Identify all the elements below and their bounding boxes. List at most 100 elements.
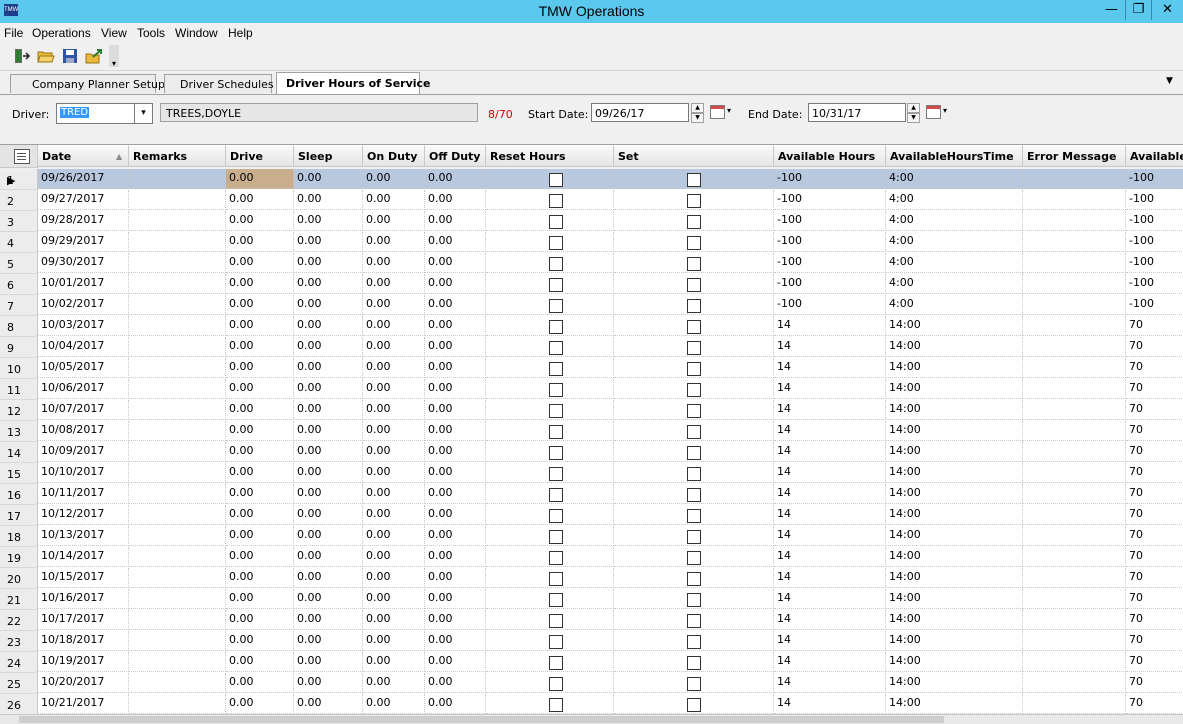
cell-available[interactable]: 70	[1126, 631, 1183, 651]
cell-error-message[interactable]	[1023, 358, 1126, 378]
cell-date[interactable]: 10/08/2017	[38, 421, 129, 441]
cell-error-message[interactable]	[1023, 505, 1126, 525]
cell-reset-hours[interactable]	[486, 568, 614, 588]
cell-error-message[interactable]	[1023, 568, 1126, 588]
cell-off-duty[interactable]: 0.00	[425, 379, 486, 399]
cell-available[interactable]: 70	[1126, 400, 1183, 420]
cell-sleep[interactable]: 0.00	[294, 505, 363, 525]
cell-available[interactable]: -100	[1126, 253, 1183, 273]
set-checkbox[interactable]	[687, 383, 701, 397]
cell-set[interactable]	[614, 169, 774, 189]
start-date-down-button[interactable]: ▼	[691, 113, 704, 123]
cell-date[interactable]: 10/18/2017	[38, 631, 129, 651]
set-checkbox[interactable]	[687, 467, 701, 481]
table-row[interactable]: 5 09/30/2017 0.00 0.00 0.00 0.00 -100 4:00 -100	[0, 253, 1183, 274]
set-checkbox[interactable]	[687, 299, 701, 313]
cell-remarks[interactable]	[129, 400, 226, 420]
cell-available-hours-time[interactable]: 14:00	[886, 463, 1023, 483]
cell-remarks[interactable]	[129, 169, 226, 189]
cell-set[interactable]	[614, 652, 774, 672]
cell-available-hours-time[interactable]: 14:00	[886, 694, 1023, 714]
row-number[interactable]: 21	[0, 589, 38, 610]
row-number[interactable]: 15	[0, 463, 38, 484]
set-checkbox[interactable]	[687, 677, 701, 691]
cell-set[interactable]	[614, 547, 774, 567]
cell-date[interactable]: 09/30/2017	[38, 253, 129, 273]
table-row[interactable]: 8 10/03/2017 0.00 0.00 0.00 0.00 14 14:00 70	[0, 316, 1183, 337]
cell-available-hours-time[interactable]: 14:00	[886, 610, 1023, 630]
cell-drive[interactable]: 0.00	[226, 190, 294, 210]
cell-set[interactable]	[614, 337, 774, 357]
cell-available[interactable]: 70	[1126, 379, 1183, 399]
cell-date[interactable]: 10/11/2017	[38, 484, 129, 504]
set-checkbox[interactable]	[687, 341, 701, 355]
cell-reset-hours[interactable]	[486, 442, 614, 462]
cell-available[interactable]: 70	[1126, 484, 1183, 504]
cell-off-duty[interactable]: 0.00	[425, 232, 486, 252]
tab-driver-hours-of-service[interactable]: Driver Hours of Service	[276, 72, 431, 94]
cell-date[interactable]: 10/04/2017	[38, 337, 129, 357]
row-number[interactable]: 9	[0, 337, 38, 358]
cell-off-duty[interactable]: 0.00	[425, 463, 486, 483]
cell-available-hours-time[interactable]: 14:00	[886, 652, 1023, 672]
cell-date[interactable]: 10/10/2017	[38, 463, 129, 483]
col-reset-hours[interactable]: Reset Hours	[486, 145, 614, 167]
cell-off-duty[interactable]: 0.00	[425, 169, 486, 189]
cell-reset-hours[interactable]	[486, 316, 614, 336]
cell-available-hours-time[interactable]: 14:00	[886, 400, 1023, 420]
reset-hours-checkbox[interactable]	[549, 530, 563, 544]
row-number[interactable]: 19	[0, 547, 38, 568]
tab-list-dropdown-icon[interactable]: ▼	[1166, 76, 1173, 86]
tab-driver-schedules[interactable]: Driver Schedules	[164, 74, 274, 93]
reset-hours-checkbox[interactable]	[549, 467, 563, 481]
cell-available[interactable]: 70	[1126, 694, 1183, 714]
cell-error-message[interactable]	[1023, 631, 1126, 651]
cell-reset-hours[interactable]	[486, 253, 614, 273]
table-row[interactable]: 2 09/27/2017 0.00 0.00 0.00 0.00 -100 4:00 -100	[0, 190, 1183, 211]
table-row[interactable]: 14 10/09/2017 0.00 0.00 0.00 0.00 14 14:00 70	[0, 442, 1183, 463]
cell-date[interactable]: 10/06/2017	[38, 379, 129, 399]
driver-code-combo[interactable]: TRED ▾	[56, 103, 153, 124]
maximize-button[interactable]: ❐	[1125, 0, 1152, 20]
cell-on-duty[interactable]: 0.00	[363, 421, 425, 441]
cell-on-duty[interactable]: 0.00	[363, 673, 425, 693]
cell-sleep[interactable]: 0.00	[294, 295, 363, 315]
reset-hours-checkbox[interactable]	[549, 173, 563, 187]
reset-hours-checkbox[interactable]	[549, 362, 563, 376]
tab-company-planner-setup[interactable]: Company Planner Setup	[10, 74, 165, 93]
reset-hours-checkbox[interactable]	[549, 383, 563, 397]
cell-reset-hours[interactable]	[486, 547, 614, 567]
set-checkbox[interactable]	[687, 551, 701, 565]
set-checkbox[interactable]	[687, 404, 701, 418]
cell-available-hours[interactable]: 14	[774, 337, 886, 357]
table-row[interactable]: 6 10/01/2017 0.00 0.00 0.00 0.00 -100 4:00 -100	[0, 274, 1183, 295]
cell-reset-hours[interactable]	[486, 358, 614, 378]
cell-date[interactable]: 10/09/2017	[38, 442, 129, 462]
end-date-spinner[interactable]: ▲ ▼	[907, 103, 920, 123]
cell-available-hours[interactable]: 14	[774, 421, 886, 441]
close-button[interactable]: ✕	[1152, 0, 1183, 20]
set-checkbox[interactable]	[687, 194, 701, 208]
cell-available[interactable]: 70	[1126, 673, 1183, 693]
cell-available[interactable]: 70	[1126, 505, 1183, 525]
table-row[interactable]: 21 10/16/2017 0.00 0.00 0.00 0.00 14 14:00 70	[0, 589, 1183, 610]
cell-set[interactable]	[614, 463, 774, 483]
reset-hours-checkbox[interactable]	[549, 341, 563, 355]
cell-drive[interactable]: 0.00	[226, 211, 294, 231]
table-row[interactable]: 1 ▶ 09/26/2017 0.00 0.00 0.00 0.00 -100 4:00 -100	[0, 169, 1183, 190]
cell-error-message[interactable]	[1023, 316, 1126, 336]
cell-on-duty[interactable]: 0.00	[363, 274, 425, 294]
reset-hours-checkbox[interactable]	[549, 677, 563, 691]
table-row[interactable]: 11 10/06/2017 0.00 0.00 0.00 0.00 14 14:00 70	[0, 379, 1183, 400]
reset-hours-checkbox[interactable]	[549, 194, 563, 208]
table-row[interactable]: 4 09/29/2017 0.00 0.00 0.00 0.00 -100 4:00 -100	[0, 232, 1183, 253]
cell-reset-hours[interactable]	[486, 379, 614, 399]
cell-sleep[interactable]: 0.00	[294, 484, 363, 504]
cell-available-hours[interactable]: 14	[774, 694, 886, 714]
cell-sleep[interactable]: 0.00	[294, 274, 363, 294]
cell-sleep[interactable]: 0.00	[294, 358, 363, 378]
grid-corner[interactable]	[0, 145, 38, 168]
cell-set[interactable]	[614, 673, 774, 693]
cell-drive[interactable]: 0.00	[226, 547, 294, 567]
cell-sleep[interactable]: 0.00	[294, 211, 363, 231]
